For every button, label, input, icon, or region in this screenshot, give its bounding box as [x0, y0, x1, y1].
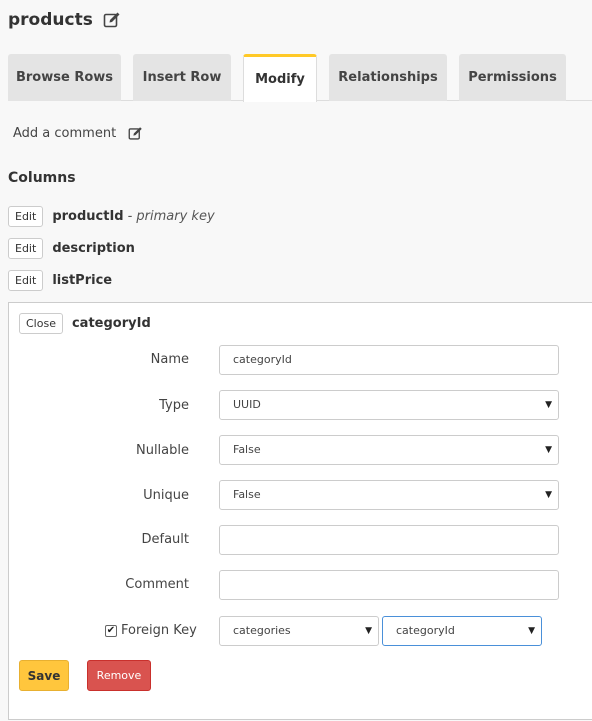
table-header: products	[8, 10, 121, 30]
tab-bar: Browse Rows Insert Row Modify Relationsh…	[8, 54, 592, 102]
name-input[interactable]: categoryId	[219, 345, 559, 375]
tab-browse-rows[interactable]: Browse Rows	[8, 54, 121, 101]
edit-column-button[interactable]: Edit	[8, 270, 44, 291]
page-title: products	[8, 10, 93, 30]
nullable-label: Nullable	[135, 443, 189, 458]
check-icon: ✔	[106, 624, 116, 636]
chevron-down-icon: ▼	[545, 445, 552, 455]
foreign-key-column-select[interactable]: categoryId ▼	[382, 616, 542, 646]
nullable-select[interactable]: False ▼	[219, 435, 559, 465]
edit-column-button[interactable]: Edit	[8, 206, 44, 227]
comment-input[interactable]	[219, 570, 559, 600]
column-editor-panel: Close categoryId Name categoryId Type UU…	[8, 302, 592, 720]
tab-permissions[interactable]: Permissions	[459, 54, 566, 101]
column-row: Edit description	[8, 238, 135, 259]
tab-modify[interactable]: Modify	[243, 54, 317, 102]
nullable-select-value: False	[233, 443, 261, 456]
unique-select-value: False	[233, 488, 261, 501]
column-note: - primary key	[127, 209, 215, 224]
editor-header: Close categoryId	[19, 313, 151, 334]
save-button[interactable]: Save	[19, 660, 69, 691]
type-select-value: UUID	[233, 398, 261, 411]
editing-column-name: categoryId	[71, 316, 151, 331]
foreign-key-label: Foreign Key	[121, 623, 197, 638]
type-label: Type	[159, 398, 189, 413]
comment-label: Comment	[125, 577, 189, 592]
column-name: productId	[52, 209, 124, 224]
foreign-key-table-select[interactable]: categories ▼	[219, 616, 379, 646]
foreign-key-label-row[interactable]: ✔ Foreign Key	[105, 623, 197, 638]
tab-relationships[interactable]: Relationships	[329, 54, 447, 101]
default-input[interactable]	[219, 525, 559, 555]
foreign-key-column-value: categoryId	[396, 624, 455, 637]
column-name: description	[52, 241, 135, 256]
type-select[interactable]: UUID ▼	[219, 390, 559, 420]
add-comment-row[interactable]: Add a comment	[13, 126, 143, 141]
unique-label: Unique	[143, 488, 189, 503]
column-row: Edit listPrice	[8, 270, 112, 291]
foreign-key-checkbox[interactable]: ✔	[105, 624, 117, 637]
edit-icon[interactable]	[128, 126, 143, 141]
tab-insert-row[interactable]: Insert Row	[133, 54, 231, 101]
unique-select[interactable]: False ▼	[219, 480, 559, 510]
remove-button[interactable]: Remove	[87, 660, 151, 691]
chevron-down-icon: ▼	[545, 490, 552, 500]
column-name: listPrice	[52, 273, 113, 288]
edit-icon[interactable]	[103, 11, 121, 29]
edit-column-button[interactable]: Edit	[8, 238, 44, 259]
chevron-down-icon: ▼	[365, 626, 372, 636]
name-label: Name	[150, 352, 189, 367]
chevron-down-icon: ▼	[545, 400, 552, 410]
foreign-key-table-value: categories	[233, 624, 291, 637]
columns-heading: Columns	[8, 170, 76, 186]
chevron-down-icon: ▼	[528, 626, 535, 636]
default-label: Default	[141, 532, 190, 547]
column-row: Edit productId - primary key	[8, 206, 215, 227]
close-editor-button[interactable]: Close	[19, 313, 63, 334]
add-comment-label: Add a comment	[13, 126, 117, 141]
